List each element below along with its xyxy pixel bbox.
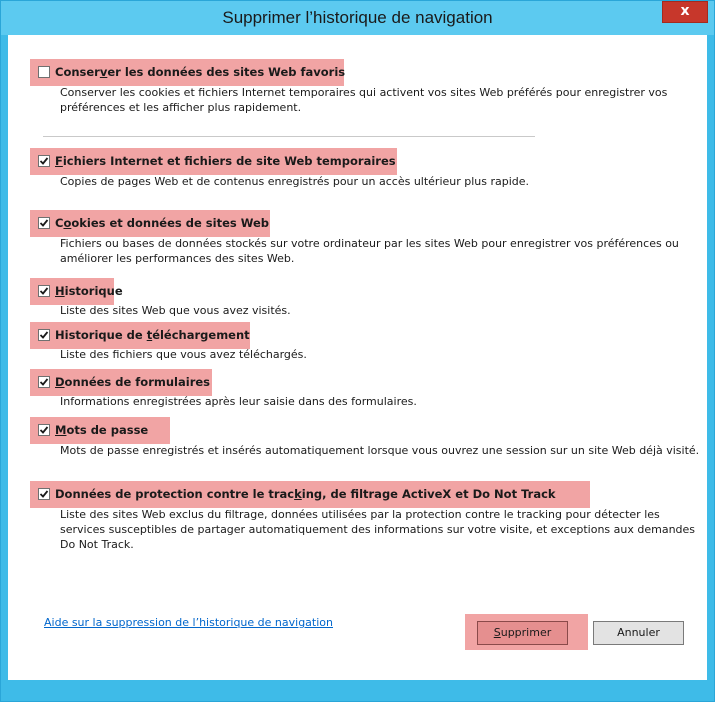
check-mark-icon	[39, 287, 49, 295]
option-label[interactable]: Historique de téléchargement	[55, 328, 250, 342]
checkbox-cookies[interactable]	[38, 217, 50, 229]
close-button[interactable]: x	[662, 1, 708, 23]
option-label[interactable]: Données de formulaires	[55, 375, 210, 389]
close-icon: x	[680, 3, 690, 19]
window-title: Supprimer l’historique de navigation	[222, 8, 493, 27]
delete-button[interactable]: Supprimer	[477, 621, 568, 645]
option-label[interactable]: Données de protection contre le tracking…	[55, 487, 556, 501]
cancel-button[interactable]: Annuler	[593, 621, 684, 645]
checkbox-passwords[interactable]	[38, 424, 50, 436]
divider	[43, 136, 535, 137]
checkbox-tracking-protection[interactable]	[38, 488, 50, 500]
option-description: Mots de passe enregistrés et insérés aut…	[60, 444, 700, 457]
option-description: Liste des fichiers que vous avez télécha…	[60, 348, 307, 361]
option-label[interactable]: Historique	[55, 284, 123, 298]
dialog-content: Conserver les données des sites Web favo…	[8, 35, 707, 680]
title-bar[interactable]: Supprimer l’historique de navigation x	[1, 1, 714, 35]
option-description: Fichiers ou bases de données stockés sur…	[60, 237, 679, 265]
check-mark-icon	[39, 490, 49, 498]
checkbox-preserve-favorites[interactable]	[38, 66, 50, 78]
check-mark-icon	[39, 426, 49, 434]
check-mark-icon	[39, 378, 49, 386]
help-link[interactable]: Aide sur la suppression de l’historique …	[44, 616, 333, 629]
check-mark-icon	[39, 331, 49, 339]
option-description: Informations enregistrées après leur sai…	[60, 395, 417, 408]
option-description: Liste des sites Web que vous avez visité…	[60, 304, 291, 317]
option-description: Copies de pages Web et de contenus enreg…	[60, 175, 530, 188]
dialog-window: Supprimer l’historique de navigation x C…	[0, 0, 715, 702]
option-label[interactable]: Mots de passe	[55, 423, 148, 437]
option-description: Liste des sites Web exclus du filtrage, …	[60, 508, 696, 551]
option-description: Conserver les cookies et fichiers Intern…	[60, 86, 668, 114]
checkbox-temp-files[interactable]	[38, 155, 50, 167]
check-mark-icon	[39, 157, 49, 165]
option-label[interactable]: Fichiers Internet et fichiers de site We…	[55, 154, 396, 168]
check-mark-icon	[39, 219, 49, 227]
option-label[interactable]: Cookies et données de sites Web	[55, 216, 269, 230]
checkbox-form-data[interactable]	[38, 376, 50, 388]
option-label[interactable]: Conserver les données des sites Web favo…	[55, 65, 345, 79]
checkbox-history[interactable]	[38, 285, 50, 297]
checkbox-download-history[interactable]	[38, 329, 50, 341]
